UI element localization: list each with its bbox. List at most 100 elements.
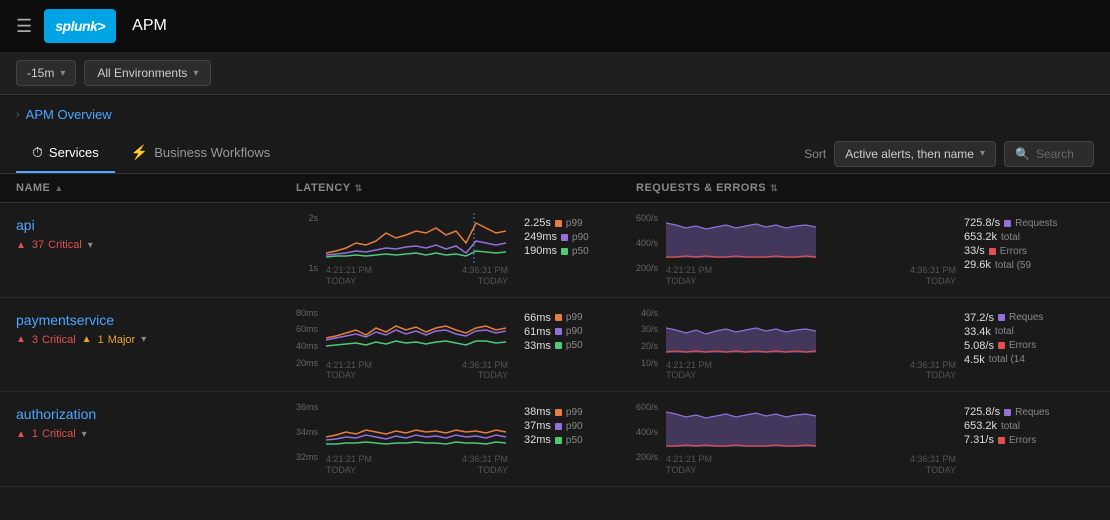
p50-dot-api (561, 248, 568, 255)
req-dot-api (1004, 220, 1011, 227)
requests-x-labels-api: 4:21:21 PMTODAY 4:36:31 PMTODAY (666, 265, 956, 287)
critical-count-auth: 1 Critical (32, 428, 76, 440)
service-row-api: api ▲ 37 Critical ▾ 2s 1s (0, 203, 1110, 298)
requests-metrics-auth: 725.8/s Reques 653.2k total 7.31/s Error… (964, 402, 1094, 446)
main-content: › APM Overview ⏱ Services ⚡ Business Wor… (0, 95, 1110, 487)
latency-chart-payment: 80ms 60ms 40ms 20ms 4:21:21 PMTODAY 4:36… (296, 308, 636, 382)
major-count-payment: 1 Major (98, 334, 136, 346)
service-row-paymentservice: paymentservice ▲ 3 Critical ▲ 1 Major ▾ (0, 298, 1110, 393)
latency-svg-payment (326, 308, 506, 358)
sort-arrows-name: ▲ (54, 183, 63, 193)
latency-metrics-auth: 38ms p99 37ms p90 32ms p50 (516, 402, 636, 446)
breadcrumb: › APM Overview (0, 95, 1110, 134)
chevron-down-icon: ▾ (60, 68, 65, 79)
service-name-payment[interactable]: paymentservice (16, 308, 296, 328)
critical-icon-auth: ▲ (16, 429, 26, 440)
col-name: NAME ▲ (16, 182, 296, 194)
latency-svg-auth (326, 402, 506, 452)
latency-y-labels-auth: 36ms 34ms 32ms (296, 402, 318, 462)
service-name-api[interactable]: api (16, 213, 296, 233)
tabs-bar: ⏱ Services ⚡ Business Workflows Sort Act… (0, 134, 1110, 174)
critical-icon-payment: ▲ (16, 334, 26, 345)
splunk-logo: splunk> (44, 9, 116, 43)
requests-svg-payment (666, 308, 816, 358)
tab-workflows-label: Business Workflows (154, 145, 270, 160)
requests-x-labels-auth: 4:21:21 PMTODAY 4:36:31 PMTODAY (666, 454, 956, 476)
latency-metrics-api: 2.25s p99 249ms p90 190ms p50 (516, 213, 636, 257)
requests-svg-auth (666, 402, 816, 452)
breadcrumb-label[interactable]: APM Overview (26, 107, 112, 122)
breadcrumb-chevron-icon: › (16, 109, 20, 121)
latency-chart-api: 2s 1s 4:21:21 PM TODAY (296, 213, 636, 287)
latency-chart-auth: 36ms 34ms 32ms 4:21:21 PMTODAY 4:36:31 P… (296, 402, 636, 476)
col-latency: LATENCY ⇅ (296, 182, 636, 194)
sort-chevron-icon: ▾ (980, 148, 985, 159)
time-selector[interactable]: -15m ▾ (16, 60, 76, 86)
latency-x-labels-payment: 4:21:21 PMTODAY 4:36:31 PMTODAY (326, 360, 508, 382)
workflows-icon: ⚡ (131, 144, 148, 161)
metric-p50-api: 190ms p50 (524, 245, 636, 257)
sort-arrows-requests: ⇅ (770, 183, 778, 194)
metric-p90-api: 249ms p90 (524, 231, 636, 243)
latency-metrics-payment: 66ms p99 61ms p90 33ms p50 (516, 308, 636, 352)
environment-selector[interactable]: All Environments ▾ (84, 60, 211, 86)
alerts-auth: ▲ 1 Critical ▾ (16, 428, 296, 440)
err-rate-api: 33/s Errors (964, 245, 1094, 257)
app-header: ☰ splunk> APM (0, 0, 1110, 52)
alert-dropdown-api[interactable]: ▾ (88, 240, 93, 251)
metric-p99-api: 2.25s p99 (524, 217, 636, 229)
p99-dot-api (555, 220, 562, 227)
requests-y-labels-payment: 40/s 30/s 20/s 10/s (636, 308, 658, 368)
sort-arrows-latency: ⇅ (355, 183, 363, 194)
sort-select[interactable]: Active alerts, then name ▾ (834, 141, 996, 167)
requests-metrics-api: 725.8/s Requests 653.2k total 33/s Error… (964, 213, 1094, 271)
requests-chart-payment: 40/s 30/s 20/s 10/s 4:21:21 PMTODAY 4:36… (636, 308, 1094, 382)
service-info-auth: authorization ▲ 1 Critical ▾ (16, 402, 296, 440)
toolbar: -15m ▾ All Environments ▾ (0, 52, 1110, 95)
requests-x-labels-payment: 4:21:21 PMTODAY 4:36:31 PMTODAY (666, 360, 956, 382)
app-title: APM (132, 17, 167, 35)
time-value: -15m (27, 66, 54, 80)
table-header: NAME ▲ LATENCY ⇅ REQUESTS & ERRORS ⇅ (0, 174, 1110, 203)
requests-chart-auth: 600/s 400/s 200/s 4:21:21 PMTODAY 4:36:3… (636, 402, 1094, 476)
tab-business-workflows[interactable]: ⚡ Business Workflows (115, 134, 287, 173)
p90-dot-api (561, 234, 568, 241)
latency-svg-api (326, 213, 506, 263)
chevron-down-icon: ▾ (193, 68, 198, 79)
critical-count-api: 37 Critical (32, 239, 82, 251)
menu-icon[interactable]: ☰ (16, 16, 32, 37)
err-dot-api (989, 248, 996, 255)
search-icon: 🔍 (1015, 147, 1030, 161)
latency-x-labels-api: 4:21:21 PM TODAY 4:36:31 PM TODAY (326, 265, 508, 287)
search-box[interactable]: 🔍 Search (1004, 141, 1094, 167)
latency-y-labels-payment: 80ms 60ms 40ms 20ms (296, 308, 318, 368)
critical-icon-api: ▲ (16, 240, 26, 251)
err-total-api: 29.6k total (59 (964, 259, 1094, 271)
requests-svg-api (666, 213, 816, 263)
tab-services[interactable]: ⏱ Services (16, 134, 115, 173)
service-info-api: api ▲ 37 Critical ▾ (16, 213, 296, 251)
service-info-payment: paymentservice ▲ 3 Critical ▲ 1 Major ▾ (16, 308, 296, 346)
search-placeholder: Search (1036, 147, 1074, 161)
req-rate-api: 725.8/s Requests (964, 217, 1094, 229)
alert-dropdown-payment[interactable]: ▾ (141, 334, 146, 345)
major-icon-payment: ▲ (82, 334, 92, 345)
service-name-auth[interactable]: authorization (16, 402, 296, 422)
sort-area: Sort Active alerts, then name ▾ 🔍 Search (804, 141, 1094, 167)
alerts-api: ▲ 37 Critical ▾ (16, 239, 296, 251)
requests-y-labels-api: 600/s 400/s 200/s (636, 213, 658, 273)
req-total-api: 653.2k total (964, 231, 1094, 243)
requests-y-labels-auth: 600/s 400/s 200/s (636, 402, 658, 462)
alerts-payment: ▲ 3 Critical ▲ 1 Major ▾ (16, 334, 296, 346)
environment-value: All Environments (97, 66, 187, 80)
alert-dropdown-auth[interactable]: ▾ (82, 429, 87, 440)
services-icon: ⏱ (32, 144, 43, 161)
sort-value: Active alerts, then name (845, 147, 974, 161)
latency-y-labels-api: 2s 1s (296, 213, 318, 273)
service-row-authorization: authorization ▲ 1 Critical ▾ 36ms 34ms 3… (0, 392, 1110, 487)
critical-count-payment: 3 Critical (32, 334, 76, 346)
tab-services-label: Services (49, 145, 99, 160)
sort-label: Sort (804, 147, 826, 161)
logo-text: splunk> (55, 18, 105, 34)
col-requests: REQUESTS & ERRORS ⇅ (636, 182, 1094, 194)
